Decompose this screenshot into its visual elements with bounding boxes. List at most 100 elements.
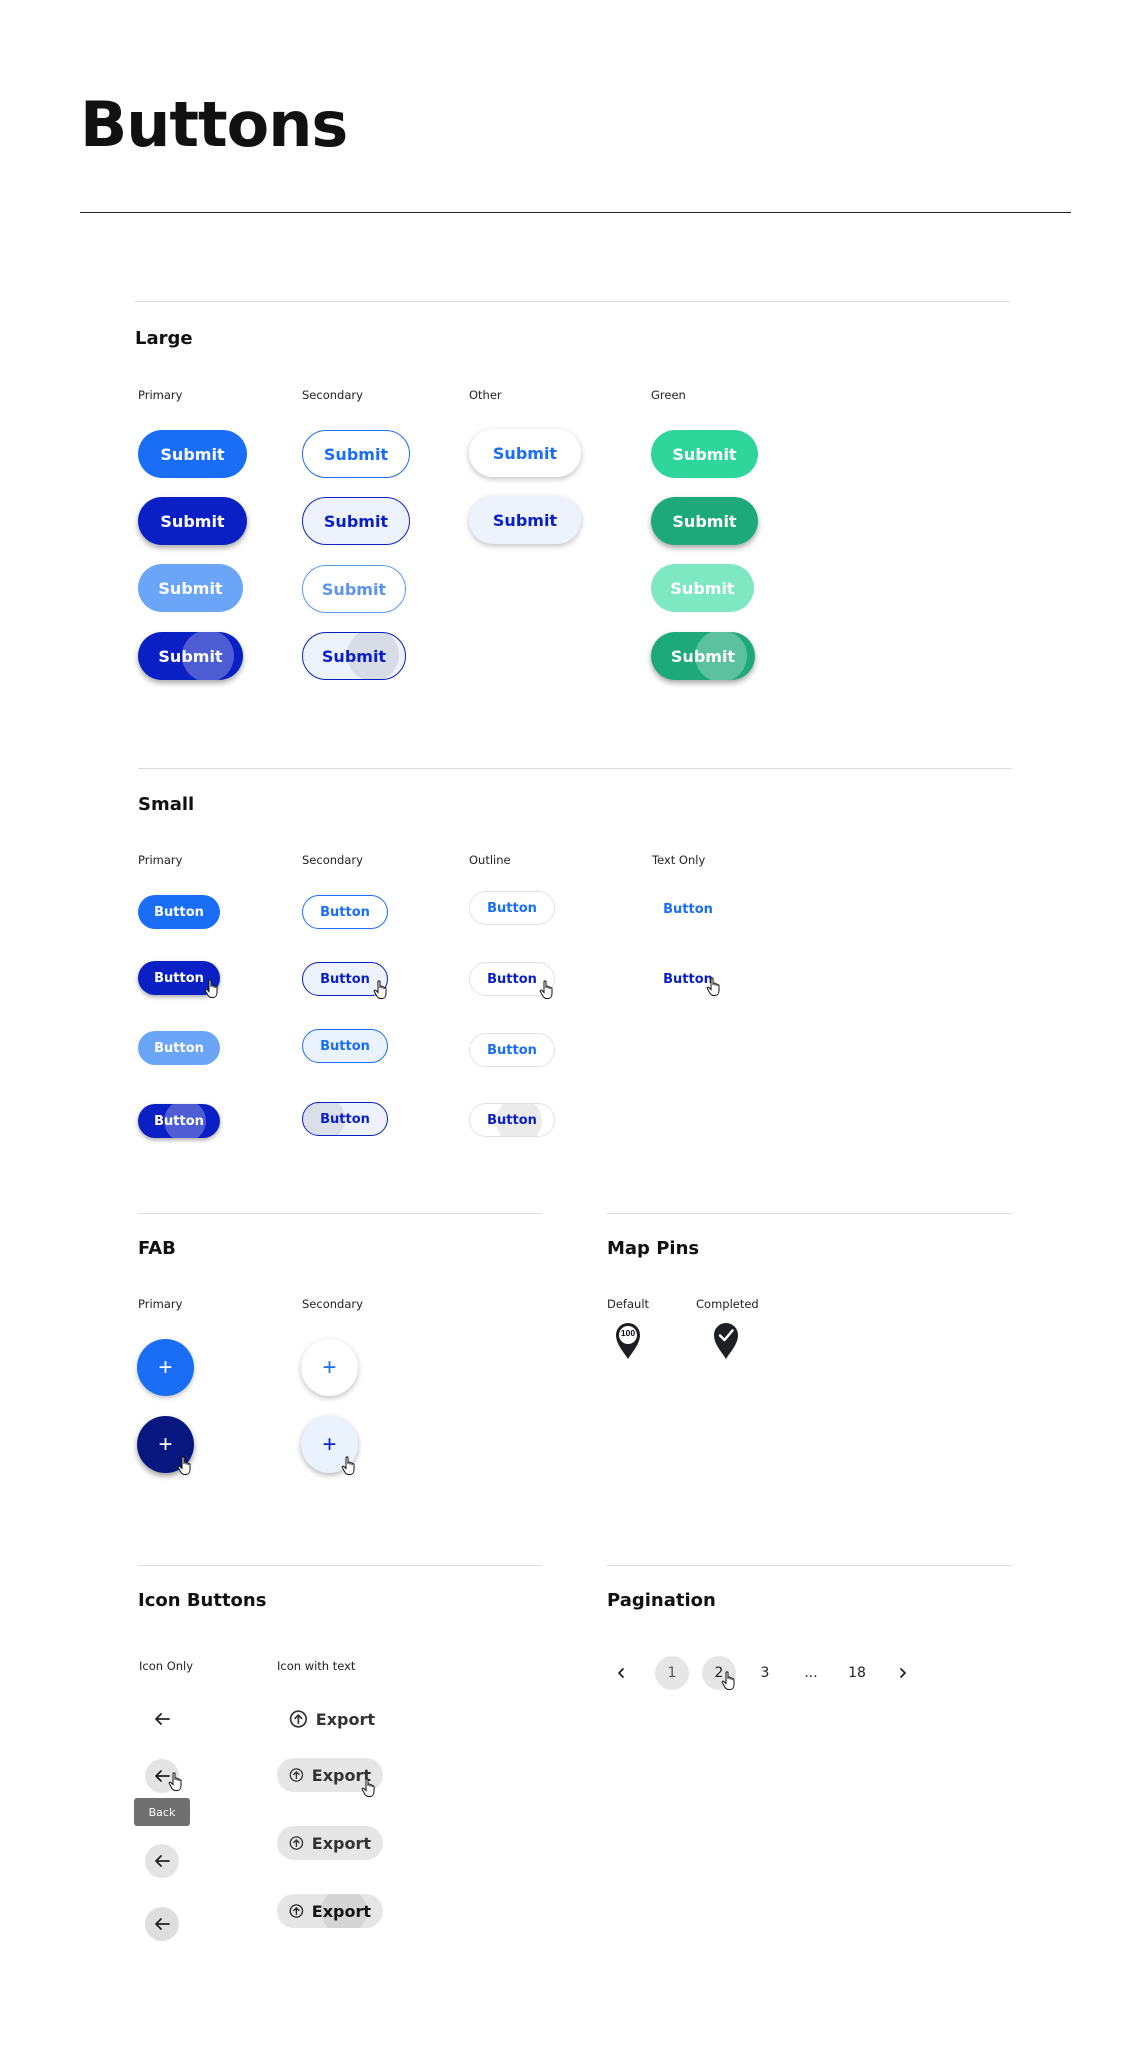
- button-label: Button: [663, 971, 713, 987]
- button-label: Button: [320, 904, 370, 920]
- button-label: Submit: [670, 578, 735, 598]
- button-label: Submit: [158, 578, 223, 598]
- icon-buttons-label-icon-only: Icon Only: [139, 1659, 194, 1673]
- export-button-hover[interactable]: Export: [277, 1758, 383, 1792]
- plus-icon: +: [322, 1353, 337, 1381]
- fab-primary-default[interactable]: +: [137, 1339, 194, 1396]
- small-outline-default-button[interactable]: Button: [469, 891, 555, 925]
- button-label: Submit: [672, 511, 737, 531]
- large-green-hover-button[interactable]: Submit: [651, 497, 758, 545]
- large-primary-hover-button[interactable]: Submit: [138, 497, 247, 545]
- large-secondary-default-button[interactable]: Submit: [302, 430, 410, 478]
- icon-buttons-section-title: Icon Buttons: [138, 1590, 267, 1611]
- button-label: Submit: [158, 646, 223, 666]
- small-primary-disabled-button[interactable]: Button: [138, 1031, 220, 1065]
- button-label: Submit: [492, 443, 558, 463]
- pagination-prev-button[interactable]: [605, 1657, 637, 1689]
- map-pin-default[interactable]: 100: [613, 1320, 643, 1360]
- button-label: Button: [663, 901, 713, 917]
- small-primary-pressed-button[interactable]: Button: [138, 1104, 220, 1138]
- small-text-hover-button[interactable]: Button: [652, 962, 724, 996]
- pagination-next-button[interactable]: [887, 1657, 919, 1689]
- export-label: Export: [311, 1833, 371, 1853]
- large-divider: [135, 301, 1010, 302]
- large-secondary-hover-button[interactable]: Submit: [302, 497, 410, 545]
- button-label: Submit: [672, 444, 737, 464]
- back-icon-button-pressed[interactable]: [145, 1907, 179, 1941]
- button-label: Submit: [492, 510, 558, 530]
- button-label: Submit: [321, 646, 387, 666]
- export-button-default[interactable]: Export: [277, 1702, 387, 1736]
- back-icon-button-default[interactable]: [145, 1702, 179, 1736]
- button-label: Button: [487, 1112, 537, 1128]
- map-pins-section-title: Map Pins: [607, 1238, 700, 1259]
- map-pin-value: 100: [620, 1328, 636, 1338]
- export-button-pressed[interactable]: Export: [277, 1894, 383, 1928]
- small-label-secondary: Secondary: [302, 853, 363, 867]
- large-label-secondary: Secondary: [302, 388, 363, 402]
- large-green-default-button[interactable]: Submit: [651, 430, 758, 478]
- map-pins-divider: [607, 1213, 1012, 1214]
- fab-secondary-default[interactable]: +: [301, 1339, 358, 1396]
- small-secondary-disabled-button[interactable]: Button: [302, 1029, 388, 1063]
- pagination-divider: [607, 1565, 1012, 1566]
- export-button-focus[interactable]: Export: [277, 1826, 383, 1860]
- fab-primary-hover[interactable]: +: [137, 1416, 194, 1473]
- button-label: Submit: [323, 511, 389, 531]
- small-primary-hover-button[interactable]: Button: [138, 961, 220, 995]
- button-label: Button: [154, 904, 204, 920]
- small-outline-disabled-button[interactable]: Button: [469, 1033, 555, 1067]
- pagination-ellipsis: ...: [804, 1665, 818, 1681]
- button-label: Submit: [160, 444, 225, 464]
- pagination-page-3[interactable]: 3: [748, 1656, 782, 1690]
- map-pin-icon: [616, 1323, 640, 1359]
- pagination-page-18[interactable]: 18: [840, 1656, 874, 1690]
- fab-label-primary: Primary: [138, 1297, 183, 1311]
- button-label: Button: [154, 970, 204, 986]
- button-label: Button: [154, 1113, 204, 1129]
- chevron-left-icon: [618, 1668, 624, 1678]
- small-section-title: Small: [138, 794, 195, 815]
- large-other-default-button[interactable]: Submit: [469, 429, 581, 477]
- fab-secondary-hover[interactable]: +: [301, 1416, 358, 1473]
- large-green-pressed-button[interactable]: Submit: [651, 632, 755, 680]
- button-label: Button: [487, 900, 537, 916]
- back-icon-button-focus[interactable]: [145, 1844, 179, 1878]
- arrow-left-icon: [155, 1770, 170, 1782]
- small-label-text-only: Text Only: [652, 853, 706, 867]
- small-outline-pressed-button[interactable]: Button: [469, 1103, 555, 1137]
- arrow-up-circle-icon: [289, 1904, 304, 1918]
- fab-divider: [138, 1213, 542, 1214]
- button-label: Submit: [323, 444, 389, 464]
- button-label: Submit: [321, 579, 387, 599]
- map-pin-completed[interactable]: [711, 1320, 741, 1360]
- small-outline-hover-button[interactable]: Button: [469, 962, 555, 996]
- large-secondary-pressed-button[interactable]: Submit: [302, 632, 406, 680]
- export-label: Export: [315, 1709, 375, 1729]
- arrow-left-icon: [155, 1713, 170, 1725]
- large-green-disabled-button[interactable]: Submit: [651, 564, 754, 612]
- large-primary-default-button[interactable]: Submit: [138, 430, 247, 478]
- fab-section-title: FAB: [138, 1238, 176, 1259]
- button-label: Submit: [670, 646, 736, 666]
- pagination-section-title: Pagination: [607, 1590, 716, 1611]
- large-primary-disabled-button[interactable]: Submit: [138, 564, 243, 612]
- pagination-page-2[interactable]: 2: [702, 1656, 736, 1690]
- small-secondary-default-button[interactable]: Button: [302, 895, 388, 929]
- pagination-page-1[interactable]: 1: [655, 1656, 689, 1690]
- small-secondary-pressed-button[interactable]: Button: [302, 1102, 388, 1136]
- small-text-default-button[interactable]: Button: [652, 892, 724, 926]
- large-primary-pressed-button[interactable]: Submit: [138, 632, 243, 680]
- small-primary-default-button[interactable]: Button: [138, 895, 220, 929]
- small-secondary-hover-button[interactable]: Button: [302, 962, 388, 996]
- large-secondary-disabled-button[interactable]: Submit: [302, 565, 406, 613]
- large-label-other: Other: [469, 388, 502, 402]
- map-pin-label-default: Default: [607, 1297, 650, 1311]
- small-label-outline: Outline: [469, 853, 511, 867]
- icon-buttons-label-icon-with-text: Icon with text: [277, 1659, 356, 1673]
- icon-buttons-divider: [138, 1565, 542, 1566]
- back-icon-button-hover[interactable]: [145, 1759, 179, 1793]
- button-label: Button: [320, 971, 370, 987]
- arrow-left-icon: [155, 1918, 170, 1930]
- large-other-hover-button[interactable]: Submit: [469, 496, 581, 544]
